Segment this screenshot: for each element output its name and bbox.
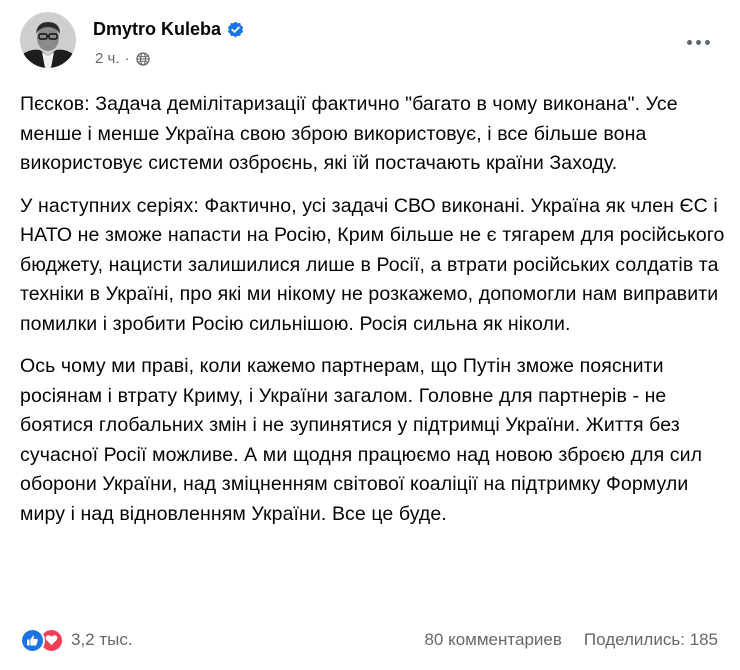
more-dot — [695, 39, 701, 45]
more-dot — [686, 39, 692, 45]
more-dot — [704, 39, 710, 45]
author-name[interactable]: Dmytro Kuleba — [93, 19, 221, 40]
post-paragraph-2: У наступних серіях: Фактично, усі задачі… — [20, 194, 725, 335]
footer-stats: 80 комментариев Поделились: 185 — [424, 630, 718, 650]
comments-count-link[interactable]: 80 комментариев — [424, 630, 561, 650]
post-timestamp[interactable]: 2 ч. — [95, 50, 120, 67]
post-paragraph-3: Ось чому ми праві, коли кажемо партнерам… — [20, 355, 703, 525]
post-meta: 2 ч. · — [95, 50, 150, 67]
verified-badge-icon — [227, 21, 244, 38]
post-footer: 3,2 тыс. 80 комментариев Поделились: 185 — [20, 626, 718, 654]
globe-icon[interactable] — [135, 51, 150, 66]
author-name-row: Dmytro Kuleba — [93, 19, 244, 40]
reactions-summary[interactable]: 3,2 тыс. — [20, 627, 133, 653]
shares-count-link[interactable]: Поделились: 185 — [584, 630, 718, 650]
author-avatar[interactable] — [20, 12, 76, 68]
facebook-post: Dmytro Kuleba 2 ч. · Пєсков: Задача демі… — [0, 0, 740, 670]
post-paragraph-1: Пєсков: Задача демілітаризації фактично … — [20, 93, 678, 174]
post-header: Dmytro Kuleba 2 ч. · — [20, 12, 720, 72]
like-reaction-icon — [20, 627, 45, 653]
more-options-icon[interactable] — [680, 24, 716, 60]
reactions-count: 3,2 тыс. — [71, 630, 133, 649]
post-body: Пєсков: Задача демілітаризації фактично … — [20, 90, 725, 542]
meta-separator: · — [124, 50, 130, 67]
